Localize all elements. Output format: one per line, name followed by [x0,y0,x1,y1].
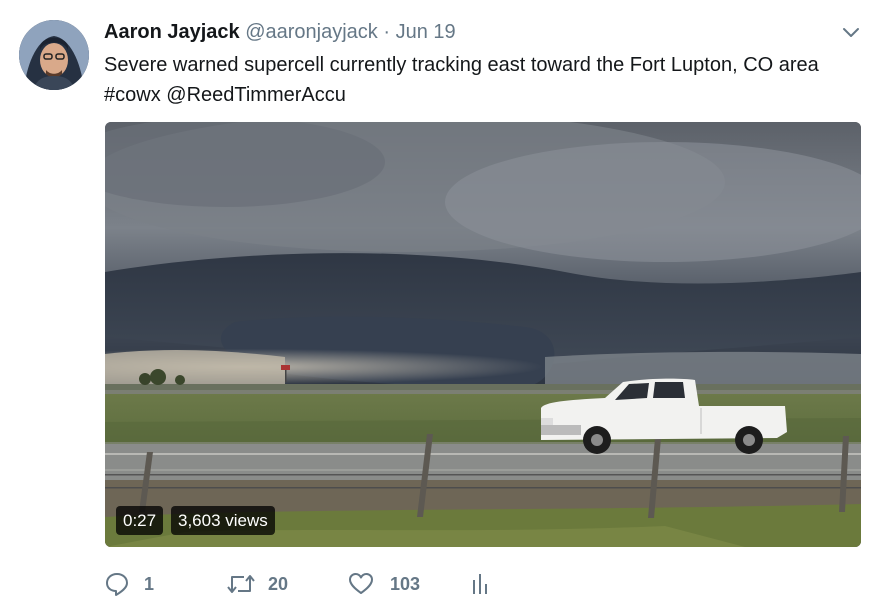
video-duration-badge: 0:27 [116,506,164,535]
tweet-text: Severe warned supercell currently tracki… [104,50,864,110]
reply-icon [106,573,128,596]
mention-link[interactable]: @ReedTimmerAccu [166,84,346,106]
tweet-header: Aaron Jayjack @aaronjayjack · Jun 19 [104,19,456,45]
video-thumbnail [105,122,861,547]
analytics-icon [473,574,487,594]
retweet-icon [227,575,255,593]
like-count: 103 [390,573,421,594]
author-name[interactable]: Aaron Jayjack [104,21,240,43]
analytics-button[interactable] [470,568,490,600]
tweet-text-main: Severe warned supercell currently tracki… [104,54,819,76]
avatar[interactable] [19,20,89,90]
retweet-button[interactable]: 20 [226,568,288,600]
video-views-badge: 3,603 views [171,506,275,535]
tweet-menu-button[interactable] [838,22,864,42]
tweet-card[interactable]: Aaron Jayjack @aaronjayjack · Jun 19 Sev… [0,0,880,609]
hashtag-link[interactable]: #cowx [104,84,161,106]
retweet-count: 20 [268,573,289,594]
chevron-down-icon [843,28,859,37]
reply-count: 1 [144,573,155,594]
separator-dot: · [383,21,391,43]
author-handle[interactable]: @aaronjayjack [245,21,378,43]
like-button[interactable]: 103 [348,568,420,600]
tweet-date[interactable]: Jun 19 [396,21,456,43]
heart-icon [349,573,373,594]
video-player[interactable] [105,122,861,547]
reply-button[interactable]: 1 [104,568,154,600]
